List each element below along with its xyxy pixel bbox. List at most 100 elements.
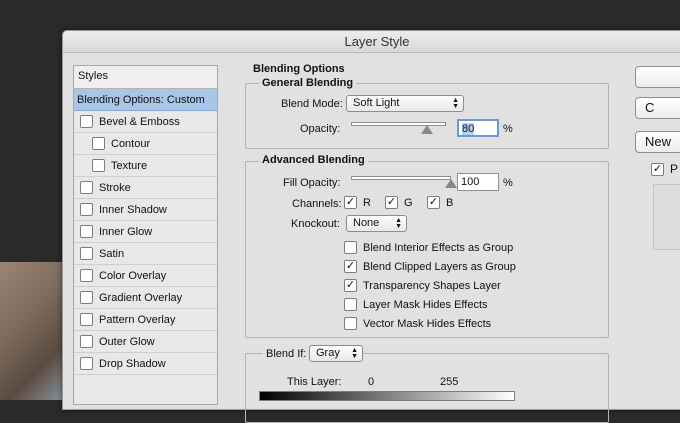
style-item-checkbox[interactable]	[80, 357, 93, 370]
advanced-option-checkbox[interactable]	[344, 298, 357, 311]
advanced-options-list: Blend Interior Effects as Group ✓ Blend Cl…	[344, 238, 516, 333]
general-blending-group	[245, 83, 609, 149]
blend-mode-value: Soft Light	[353, 97, 400, 109]
new-style-button[interactable]: New	[635, 131, 680, 153]
opacity-label: Opacity:	[300, 123, 341, 135]
knockout-label: Knockout:	[291, 218, 340, 230]
style-item[interactable]: Drop Shadow	[74, 353, 217, 375]
advanced-option-checkbox[interactable]	[344, 317, 357, 330]
style-item-checkbox[interactable]	[80, 269, 93, 282]
style-item[interactable]: Contour	[74, 133, 217, 155]
style-item-checkbox[interactable]	[80, 181, 93, 194]
style-item-checkbox[interactable]	[80, 335, 93, 348]
ok-button[interactable]	[635, 66, 680, 88]
layer-style-dialog: Layer Style Styles Blending Options: Cus…	[62, 30, 680, 423]
channels-label: Channels:	[292, 198, 342, 210]
advanced-option[interactable]: ✓ Blend Clipped Layers as Group	[344, 257, 516, 276]
style-item-label: Outer Glow	[99, 335, 155, 348]
channel-r-checkbox[interactable]: ✓	[344, 196, 357, 209]
style-item-checkbox[interactable]	[92, 137, 105, 150]
style-item-checkbox[interactable]	[80, 313, 93, 326]
style-item-label: Inner Shadow	[99, 203, 167, 216]
style-item[interactable]: Outer Glow	[74, 331, 217, 353]
style-item-checkbox[interactable]	[80, 247, 93, 260]
style-item-label: Gradient Overlay	[99, 291, 183, 304]
advanced-option[interactable]: Blend Interior Effects as Group	[344, 238, 516, 257]
opacity-input[interactable]: 80	[457, 119, 499, 137]
background-photo	[0, 262, 70, 400]
style-item-label: Bevel & Emboss	[99, 115, 180, 128]
advanced-option-checkbox[interactable]: ✓	[344, 279, 357, 292]
select-arrows-icon: ▲ ▼	[351, 346, 358, 360]
advanced-option-checkbox[interactable]	[344, 241, 357, 254]
knockout-select[interactable]: None ▲ ▼	[346, 215, 407, 232]
general-blending-title: General Blending	[259, 77, 357, 89]
channel-g-checkbox[interactable]: ✓	[385, 196, 398, 209]
fill-opacity-slider-track[interactable]	[351, 176, 451, 180]
channel-b-label: B	[446, 196, 454, 209]
blend-mode-label: Blend Mode:	[281, 98, 343, 110]
style-item-checkbox[interactable]	[80, 225, 93, 238]
channel-r-label: R	[363, 196, 371, 209]
style-item[interactable]: Inner Shadow	[74, 199, 217, 221]
advanced-option-label: Blend Clipped Layers as Group	[363, 260, 516, 273]
style-item-label: Stroke	[99, 181, 131, 194]
style-item-checkbox[interactable]	[80, 291, 93, 304]
style-item-label: Blending Options: Custom	[77, 93, 205, 106]
channel-g[interactable]: ✓ G	[385, 196, 413, 209]
opacity-slider-thumb[interactable]	[421, 125, 433, 134]
style-item-label: Drop Shadow	[99, 357, 166, 370]
advanced-option[interactable]: Vector Mask Hides Effects	[344, 314, 516, 333]
preview-label: P	[670, 162, 679, 176]
advanced-option-label: Transparency Shapes Layer	[363, 279, 501, 292]
style-item[interactable]: Texture	[74, 155, 217, 177]
advanced-option-label: Layer Mask Hides Effects	[363, 298, 488, 311]
advanced-option-label: Vector Mask Hides Effects	[363, 317, 492, 330]
blend-mode-select[interactable]: Soft Light ▲ ▼	[346, 95, 464, 112]
advanced-option[interactable]: ✓ Transparency Shapes Layer	[344, 276, 516, 295]
channel-b[interactable]: ✓ B	[427, 196, 453, 209]
this-layer-max: 255	[440, 376, 459, 388]
channel-b-checkbox[interactable]: ✓	[427, 196, 440, 209]
style-item-checkbox[interactable]	[80, 203, 93, 216]
advanced-blending-title: Advanced Blending	[259, 154, 368, 166]
blend-if-group	[245, 353, 609, 423]
cancel-button[interactable]: C	[635, 97, 680, 119]
preview-toggle[interactable]: ✓ P	[651, 162, 678, 176]
style-item[interactable]: Pattern Overlay	[74, 309, 217, 331]
channel-r[interactable]: ✓ R	[344, 196, 371, 209]
dialog-title: Layer Style	[63, 31, 680, 53]
style-item[interactable]: Satin	[74, 243, 217, 265]
advanced-option[interactable]: Layer Mask Hides Effects	[344, 295, 516, 314]
style-item-label: Satin	[99, 247, 125, 260]
opacity-unit: %	[503, 123, 513, 135]
preview-checkbox[interactable]: ✓	[651, 162, 664, 176]
blend-if-value: Gray	[316, 347, 340, 359]
fill-opacity-label: Fill Opacity:	[283, 177, 341, 189]
styles-header: Styles	[74, 66, 217, 89]
fill-opacity-slider-thumb[interactable]	[445, 179, 457, 188]
styles-panel: Styles Blending Options: Custom Bevel & E…	[73, 65, 218, 405]
blend-if-select[interactable]: Gray ▲ ▼	[309, 345, 363, 362]
style-item-checkbox[interactable]	[92, 159, 105, 172]
style-item[interactable]: Inner Glow	[74, 221, 217, 243]
style-item[interactable]: Blending Options: Custom	[74, 89, 217, 111]
blending-options-title: Blending Options	[253, 63, 345, 75]
preview-swatch	[653, 184, 680, 250]
style-item-checkbox[interactable]	[80, 115, 93, 128]
style-item-label: Texture	[111, 159, 148, 172]
styles-list: Blending Options: Custom Bevel & Emboss Co…	[74, 89, 217, 375]
this-layer-label: This Layer:	[287, 376, 342, 388]
advanced-option-label: Blend Interior Effects as Group	[363, 241, 514, 254]
style-item-label: Pattern Overlay	[99, 313, 176, 326]
style-item[interactable]: Color Overlay	[74, 265, 217, 287]
style-item[interactable]: Gradient Overlay	[74, 287, 217, 309]
fill-opacity-unit: %	[503, 177, 513, 189]
style-item[interactable]: Bevel & Emboss	[74, 111, 217, 133]
this-layer-min: 0	[368, 376, 375, 388]
channel-g-label: G	[404, 196, 413, 209]
style-item[interactable]: Stroke	[74, 177, 217, 199]
advanced-option-checkbox[interactable]: ✓	[344, 260, 357, 273]
knockout-value: None	[353, 217, 380, 229]
fill-opacity-input[interactable]: 100	[457, 173, 499, 191]
